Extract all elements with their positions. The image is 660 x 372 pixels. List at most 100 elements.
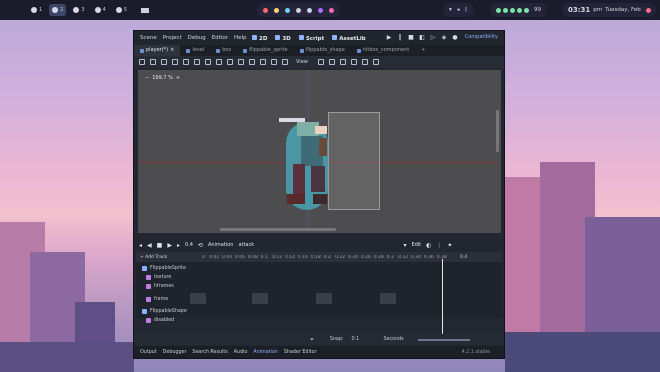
track-row[interactable]: FlippableShape (136, 307, 502, 316)
playhead[interactable] (442, 259, 443, 340)
pan-tool-icon[interactable] (205, 59, 211, 65)
movie-icon[interactable]: ● (452, 34, 458, 41)
key-scale-icon[interactable] (350, 59, 357, 65)
zoom-slider[interactable] (417, 338, 470, 341)
keyframe[interactable] (316, 293, 332, 304)
skeleton-icon[interactable] (282, 59, 288, 65)
smart-snap-icon[interactable] (227, 59, 233, 65)
tab-audio[interactable]: Audio (234, 350, 248, 355)
tab-hitbox-component[interactable]: hitbox_component (351, 45, 415, 56)
add-track-button[interactable]: + Add Track (140, 255, 202, 260)
group-icon[interactable] (271, 59, 277, 65)
building (505, 332, 660, 372)
pause-icon[interactable]: ‖ (397, 34, 403, 41)
filter-icon[interactable]: ⏷ (310, 337, 314, 343)
track-row[interactable]: FlippableSprite (136, 264, 502, 273)
view-menu[interactable]: View (296, 59, 308, 65)
power-button[interactable] (643, 3, 654, 17)
zoom-in-icon[interactable]: + (176, 75, 180, 81)
mode-script-button[interactable]: Script (298, 34, 324, 42)
stop-icon[interactable]: ■ (157, 242, 163, 249)
zoom-control[interactable]: − 199.7 % + (145, 75, 180, 81)
keyframe[interactable] (190, 293, 206, 304)
mode-assetlib-button[interactable]: AssetLib (332, 34, 366, 42)
tab-player[interactable]: player(*) × (134, 45, 181, 56)
menu-icon[interactable]: ⋮ (436, 242, 442, 249)
app-status-pill[interactable] (257, 3, 340, 17)
play-icon[interactable]: ▶ (386, 34, 392, 41)
close-icon[interactable]: × (170, 45, 174, 56)
play-custom-icon[interactable]: ◈ (441, 34, 447, 41)
tab-debugger[interactable]: Debugger (163, 350, 187, 355)
ruler-tool-icon[interactable] (216, 59, 222, 65)
autoplay-icon[interactable]: ▾ (403, 242, 406, 249)
key-position-icon[interactable] (328, 59, 335, 65)
workspace-3[interactable]: 3 (70, 4, 87, 16)
rotate-tool-icon[interactable] (161, 59, 167, 65)
play-backwards-start-icon[interactable]: ◀ (147, 242, 152, 249)
mode-3d-button[interactable]: 3D (275, 34, 291, 42)
pin-icon[interactable]: ✦ (447, 242, 452, 249)
clock[interactable]: 03:31 pm Tuesday, Feb 27 (562, 3, 656, 17)
select-tool-icon[interactable] (139, 59, 145, 65)
zoom-out-icon[interactable]: − (145, 75, 149, 81)
track-row[interactable]: disabled (136, 316, 502, 325)
system-tray[interactable]: ▾ ◂ ᛒ (443, 3, 474, 17)
key-auto-icon[interactable] (361, 59, 368, 65)
track-row[interactable]: hframes (136, 282, 502, 291)
canvas-viewport[interactable]: − 199.7 % + (138, 70, 501, 233)
list-tool-icon[interactable] (183, 59, 189, 65)
stop-icon[interactable]: ■ (408, 34, 414, 41)
menu-scene[interactable]: Scene (140, 35, 157, 41)
workspace-2[interactable]: 2 (49, 4, 67, 16)
workspace-4[interactable]: 4 (92, 4, 109, 16)
key-rotation-icon[interactable] (339, 59, 346, 65)
workspace-5[interactable]: 5 (113, 4, 130, 16)
onion-skin-icon[interactable]: ◐ (426, 242, 431, 249)
mode-2d-button[interactable]: 2D (252, 34, 267, 42)
battery-indicator[interactable]: 99 (490, 3, 547, 17)
keyframe[interactable] (380, 293, 396, 304)
link-icon[interactable]: ⟲ (198, 242, 203, 249)
play-backwards-icon[interactable]: ◂ (139, 242, 142, 249)
animation-select[interactable]: attack (238, 242, 398, 248)
edit-menu[interactable]: Edit (411, 242, 421, 248)
snap-value[interactable]: 0.1 (352, 337, 382, 342)
grid-snap-icon[interactable] (238, 59, 244, 65)
tab-level[interactable]: level (180, 45, 210, 56)
tab-search-results[interactable]: Search Results (192, 350, 227, 355)
lock-icon[interactable] (260, 59, 266, 65)
track-row[interactable]: texture (136, 273, 502, 282)
pivot-tool-icon[interactable] (194, 59, 200, 65)
renderer-select[interactable]: Compatibility (465, 34, 498, 40)
keyframe[interactable] (252, 293, 268, 304)
tab-animation[interactable]: Animation (253, 350, 277, 355)
timeline-ruler[interactable]: 0 0.02 0.04 0.06 0.08 0.1 0.12 0.14 0.16… (202, 255, 452, 260)
key-insert-icon[interactable] (317, 59, 324, 65)
seconds-select[interactable]: Seconds (384, 337, 404, 342)
more-options-icon[interactable] (372, 59, 379, 65)
menu-editor[interactable]: Editor (212, 35, 228, 41)
player-sprite[interactable] (279, 118, 339, 210)
scale-tool-icon[interactable] (172, 59, 178, 65)
vertical-scrollbar[interactable] (496, 110, 499, 152)
play-icon[interactable]: ▸ (177, 242, 180, 249)
add-tab-button[interactable]: + (415, 45, 431, 56)
menu-project[interactable]: Project (163, 35, 182, 41)
menu-help[interactable]: Help (234, 35, 247, 41)
move-tool-icon[interactable] (150, 59, 156, 65)
tab-shader-editor[interactable]: Shader Editor (284, 350, 317, 355)
tab-output[interactable]: Output (140, 350, 157, 355)
play-start-icon[interactable]: ▶ (167, 242, 172, 249)
snap-options-icon[interactable] (249, 59, 255, 65)
tab-box[interactable]: box (210, 45, 237, 56)
menu-debug[interactable]: Debug (188, 35, 206, 41)
play-scene-icon[interactable]: ▷ (430, 34, 436, 41)
tab-flippable-shape[interactable]: flippable_shape (294, 45, 351, 56)
tab-flippable-sprite[interactable]: flippable_sprite (237, 45, 293, 56)
remote-debug-icon[interactable]: ◧ (419, 34, 425, 41)
layout-icon[interactable] (138, 4, 152, 16)
horizontal-scrollbar[interactable] (220, 228, 336, 231)
frame-value[interactable]: 0.4 (185, 242, 193, 248)
workspace-1[interactable]: 1 (28, 4, 45, 16)
